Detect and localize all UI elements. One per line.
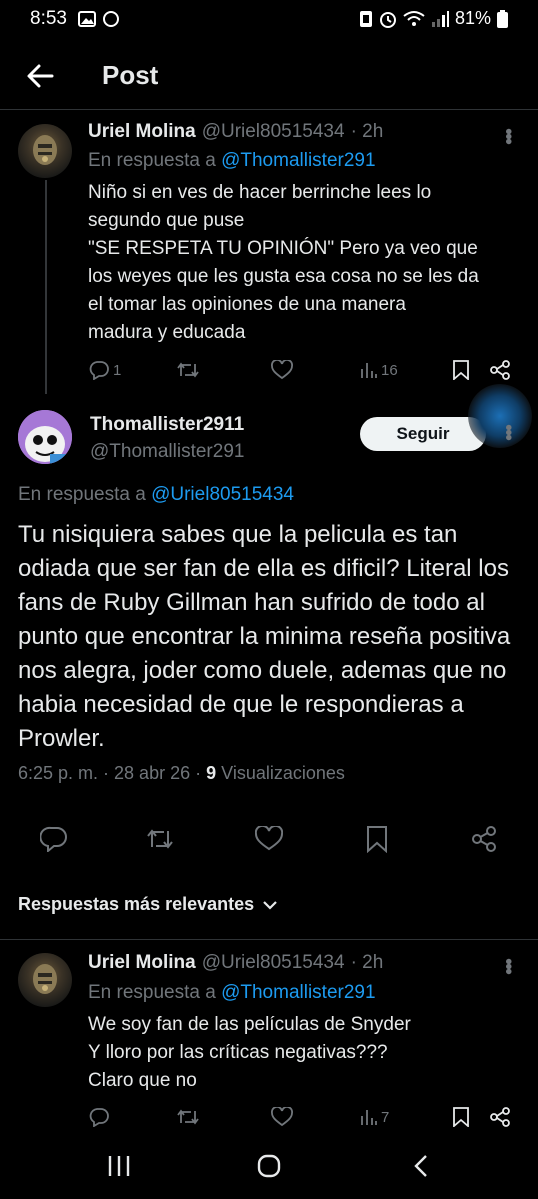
like-button[interactable] (271, 360, 293, 380)
reply-prefix: En respuesta a (18, 484, 146, 505)
follow-button[interactable]: Seguir (360, 417, 486, 451)
reply-button[interactable]: 1 (88, 360, 121, 380)
repost-icon (177, 362, 199, 378)
author-name[interactable]: Uriel Molina (88, 121, 196, 143)
sort-replies-dropdown[interactable]: Respuestas más relevantes (18, 894, 278, 915)
reply-to-link[interactable]: @Uriel80515434 (151, 484, 294, 505)
chevron-down-icon (263, 900, 277, 910)
nfc-icon (359, 10, 372, 27)
views-button[interactable]: 16 (360, 360, 398, 380)
share-icon (490, 1107, 510, 1127)
tweet-time: · 2h (350, 121, 384, 142)
circle-icon (103, 11, 119, 27)
status-bar: 8:53 81% (0, 0, 538, 38)
avatar-uriel-molina[interactable] (18, 124, 72, 178)
thread-connector (45, 180, 47, 394)
back-icon[interactable] (410, 1153, 432, 1179)
more-options-icon[interactable]: ••• (497, 424, 519, 439)
reply-context: En respuesta a @Thomallister291 (88, 982, 376, 1004)
share-button[interactable] (489, 360, 511, 380)
battery-percent: 81% (454, 8, 491, 28)
tweet-timestamp: 6:25 p. m. · 28 abr 26 · (18, 763, 202, 783)
reply-tweet-header: Uriel Molina @Uriel80515434 · 2h (88, 952, 383, 974)
reply-to-link[interactable]: @Thomallister291 (221, 150, 375, 171)
parent-tweet-header: Uriel Molina @Uriel80515434 · 2h (88, 121, 383, 143)
top-bar: Post (0, 44, 538, 110)
view-count: 7 (381, 1108, 390, 1126)
view-count: 16 (381, 361, 398, 379)
status-notification-icons (78, 10, 120, 28)
recent-apps-icon[interactable] (106, 1154, 132, 1178)
tweet-text: Niño si en ves de hacer berrinche lees l… (88, 182, 479, 343)
bookmark-button[interactable] (452, 1107, 470, 1127)
system-navigation-bar (0, 1140, 538, 1199)
alarm-icon (379, 11, 396, 28)
heart-icon (271, 1107, 293, 1127)
reply-context: En respuesta a @Thomallister291 (88, 150, 376, 172)
views-label: Visualizaciones (221, 763, 345, 783)
helmet-icon (33, 964, 57, 994)
reply-icon (89, 361, 109, 380)
reply-context: En respuesta a @Uriel80515434 (18, 484, 294, 506)
gallery-icon (78, 11, 96, 27)
repost-button[interactable] (176, 360, 200, 380)
repost-icon[interactable] (145, 826, 175, 852)
like-button[interactable] (271, 1107, 293, 1127)
views-button[interactable]: 7 (360, 1107, 389, 1127)
divider (0, 939, 538, 940)
reply-button[interactable] (88, 1107, 110, 1127)
home-icon[interactable] (256, 1153, 282, 1179)
heart-icon (271, 360, 293, 380)
repost-button[interactable] (176, 1107, 200, 1127)
views-icon (361, 1110, 377, 1125)
bookmark-button[interactable] (452, 360, 470, 380)
page-title: Post (102, 60, 159, 90)
signal-icon (431, 10, 449, 27)
avatar-thomallister[interactable] (18, 410, 72, 464)
views-icon (361, 363, 377, 378)
reply-prefix: En respuesta a (88, 982, 216, 1003)
tweet-meta: 6:25 p. m. · 28 abr 26 · 9 Visualizacion… (18, 763, 345, 784)
author-handle[interactable]: @Uriel80515434 (202, 121, 345, 143)
bookmark-icon (453, 360, 469, 380)
bookmark-icon (453, 1107, 469, 1127)
helmet-icon (33, 135, 57, 165)
share-button[interactable] (489, 1107, 511, 1127)
reply-to-link[interactable]: @Thomallister291 (221, 982, 375, 1003)
reply-count: 1 (113, 361, 122, 379)
status-time: 8:53 (30, 8, 67, 29)
tweet-text: We soy fan de las películas de Snyder Y … (88, 1014, 411, 1091)
share-icon (490, 360, 510, 380)
character-avatar-icon (18, 410, 72, 464)
bookmark-icon[interactable] (365, 825, 389, 853)
views-count: 9 (206, 763, 217, 783)
reply-prefix: En respuesta a (88, 150, 216, 171)
author-name[interactable]: Uriel Molina (88, 952, 196, 974)
share-icon[interactable] (470, 825, 498, 853)
reply-icon[interactable] (40, 826, 68, 852)
more-options-icon[interactable]: ••• (497, 958, 519, 973)
repost-icon (177, 1109, 199, 1125)
status-right: 81% (359, 8, 508, 29)
reply-icon (89, 1108, 109, 1127)
tweet-time: · 2h (350, 952, 384, 973)
battery-icon (497, 9, 508, 28)
author-handle[interactable]: @Uriel80515434 (202, 952, 345, 974)
more-options-icon[interactable]: ••• (497, 128, 519, 143)
wifi-icon (403, 10, 425, 26)
tweet-text: Tu nisiquiera sabes que la pelicula es t… (18, 521, 511, 752)
heart-icon[interactable] (255, 826, 283, 852)
author-handle[interactable]: @Thomallister291 (90, 441, 244, 463)
back-arrow-icon[interactable] (22, 58, 58, 94)
author-name[interactable]: Thomallister2911 (90, 414, 244, 436)
sort-label: Respuestas más relevantes (18, 894, 255, 914)
avatar-uriel-molina[interactable] (18, 953, 72, 1007)
